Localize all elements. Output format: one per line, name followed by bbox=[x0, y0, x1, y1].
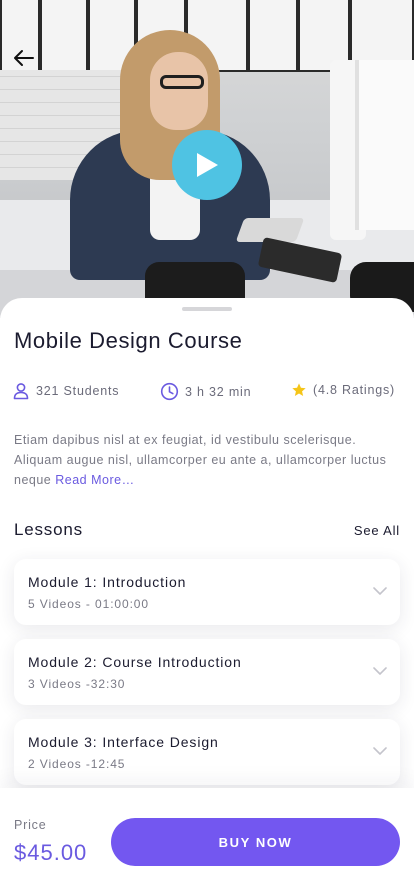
see-all-link[interactable]: See All bbox=[354, 523, 400, 538]
play-video-button[interactable] bbox=[172, 130, 242, 200]
lessons-heading: Lessons bbox=[14, 520, 83, 539]
course-description: Etiam dapibus nisl at ex feugiat, id ves… bbox=[14, 430, 402, 490]
buy-now-button[interactable]: BUY NOW bbox=[111, 818, 400, 866]
hero-window-pane bbox=[248, 0, 298, 72]
lesson-module-3[interactable]: Module 3: Interface Design 2 Videos -12:… bbox=[14, 719, 400, 785]
students-count: 321 Students bbox=[36, 384, 120, 398]
star-icon bbox=[292, 383, 306, 396]
sheet-grabber[interactable] bbox=[182, 307, 232, 311]
purchase-bar: Price $45.00 BUY NOW bbox=[0, 788, 414, 896]
read-more-link[interactable]: Read More… bbox=[55, 473, 134, 487]
chevron-down-icon[interactable] bbox=[372, 745, 388, 757]
module-title: Module 1: Introduction bbox=[28, 574, 187, 590]
course-duration: 3 h 32 min bbox=[185, 384, 252, 399]
module-subtitle: 3 Videos -32:30 bbox=[28, 677, 126, 691]
rating-meta: (4.8 Ratings) bbox=[291, 382, 395, 398]
clock-icon bbox=[160, 382, 179, 401]
hero-window-pane bbox=[40, 0, 88, 72]
lesson-module-1[interactable]: Module 1: Introduction 5 Videos - 01:00:… bbox=[14, 559, 400, 625]
module-title: Module 3: Interface Design bbox=[28, 734, 219, 750]
price-value: $45.00 bbox=[14, 840, 88, 865]
hero-monitor bbox=[355, 60, 414, 230]
hero-person-glasses bbox=[160, 75, 204, 89]
lesson-module-2[interactable]: Module 2: Course Introduction 3 Videos -… bbox=[14, 639, 400, 705]
hero-person-face bbox=[150, 52, 208, 130]
module-subtitle: 2 Videos -12:45 bbox=[28, 757, 126, 771]
course-ratings: (4.8 Ratings) bbox=[313, 383, 395, 397]
course-title: Mobile Design Course bbox=[14, 328, 243, 353]
back-button[interactable] bbox=[10, 44, 38, 72]
duration-meta: 3 h 32 min bbox=[160, 382, 251, 401]
students-meta: 321 Students bbox=[12, 382, 119, 400]
chevron-down-icon[interactable] bbox=[372, 585, 388, 597]
module-title: Module 2: Course Introduction bbox=[28, 654, 242, 670]
user-icon bbox=[13, 383, 29, 400]
chevron-down-icon[interactable] bbox=[372, 665, 388, 677]
arrow-left-icon bbox=[14, 50, 34, 66]
play-icon bbox=[197, 153, 218, 177]
module-subtitle: 5 Videos - 01:00:00 bbox=[28, 597, 149, 611]
price-label: Price bbox=[14, 818, 47, 832]
